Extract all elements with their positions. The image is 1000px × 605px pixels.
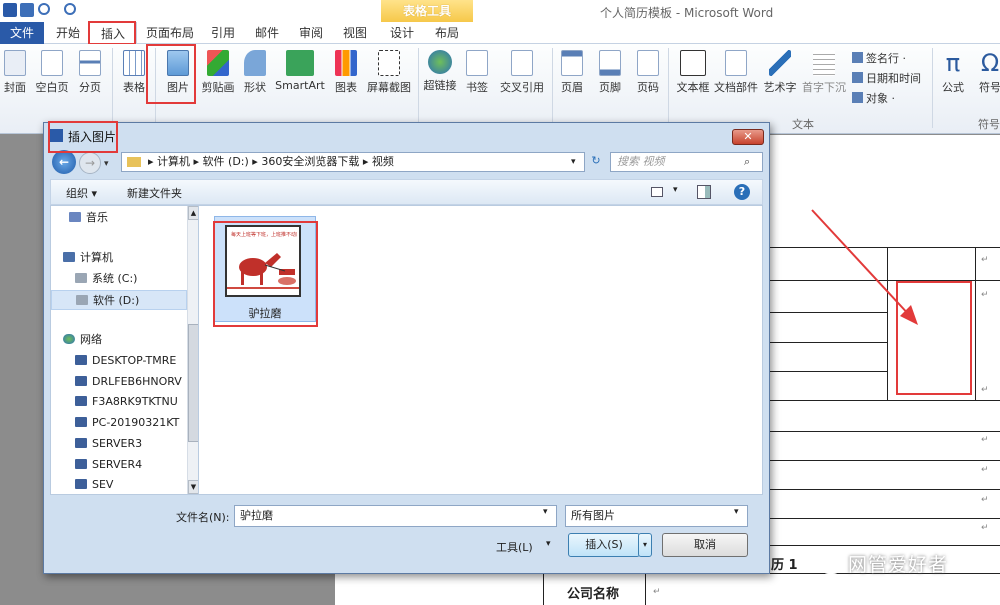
drive-icon — [75, 273, 87, 283]
nav-item-computer[interactable]: 计算机 — [63, 248, 196, 268]
refresh-icon[interactable]: ↻ — [587, 154, 605, 170]
breadcrumb-computer[interactable]: 计算机 — [157, 155, 190, 168]
pc-icon — [75, 355, 87, 365]
nav-item-sev[interactable]: SEV — [75, 475, 187, 495]
pc-icon — [75, 376, 87, 386]
pc-icon — [75, 417, 87, 427]
filename-label: 文件名(N): — [176, 511, 230, 524]
nav-item-pc-3[interactable]: F3A8RK9TKTNU — [75, 392, 187, 412]
nav-item-drive-d[interactable]: 软件 (D:) — [51, 290, 187, 310]
breadcrumb-downloads[interactable]: 360安全浏览器下载 — [261, 155, 359, 168]
search-input[interactable]: 搜索 视频 — [610, 152, 763, 172]
dialog-title-highlight — [48, 121, 118, 153]
wechat-icon — [820, 556, 842, 574]
cancel-button[interactable]: 取消 — [662, 533, 748, 557]
organize-button[interactable]: 组织 ▾ — [66, 185, 97, 201]
history-dropdown-icon[interactable]: ▾ — [104, 159, 109, 169]
insert-button[interactable]: 插入(S) — [568, 533, 640, 557]
nav-item-server4[interactable]: SERVER4 — [75, 455, 187, 475]
insert-dropdown-icon[interactable]: ▾ — [638, 533, 652, 557]
pc-icon — [75, 479, 87, 489]
filename-input[interactable]: 驴拉磨 — [234, 505, 557, 527]
navigation-pane: 音乐 计算机 系统 (C:) 软件 (D:) 网络 DESKTOP-TMRE D… — [50, 205, 199, 495]
search-icon: ⌕ — [744, 155, 751, 168]
filetype-select[interactable]: 所有图片 — [565, 505, 748, 527]
tools-dropdown-icon[interactable]: ▾ — [546, 539, 551, 549]
new-folder-button[interactable]: 新建文件夹 — [127, 185, 182, 201]
computer-icon — [63, 252, 75, 262]
drive-icon — [76, 295, 88, 305]
view-dropdown-icon[interactable]: ▾ — [673, 185, 678, 195]
help-icon[interactable]: ? — [734, 184, 750, 200]
nav-item-pc-1[interactable]: DESKTOP-TMRE — [75, 351, 187, 371]
filename-dropdown-icon[interactable]: ▾ — [543, 507, 548, 517]
address-bar[interactable]: ▸ 计算机 ▸ 软件 (D:) ▸ 360安全浏览器下载 ▸ 视频 ▾ — [121, 152, 585, 172]
pc-icon — [75, 438, 87, 448]
close-button[interactable]: ✕ — [732, 129, 764, 145]
filetype-dropdown-icon[interactable]: ▾ — [734, 507, 739, 517]
breadcrumb-video[interactable]: 视频 — [372, 155, 394, 168]
forward-button[interactable]: → — [79, 152, 101, 174]
tools-button[interactable]: 工具(L) — [496, 539, 533, 555]
nav-item-network[interactable]: 网络 — [63, 330, 196, 350]
nav-item-server3[interactable]: SERVER3 — [75, 434, 187, 454]
pc-icon — [75, 459, 87, 469]
preview-pane-icon[interactable] — [697, 185, 711, 199]
insert-picture-dialog: 插入图片 ✕ ← → ▾ ▸ 计算机 ▸ 软件 (D:) ▸ 360安全浏览器下… — [43, 122, 770, 574]
network-icon — [63, 334, 75, 344]
music-icon — [69, 212, 81, 222]
file-item-highlight — [213, 221, 318, 327]
nav-item-pc-2[interactable]: DRLFEB6HNORV — [75, 372, 187, 392]
dialog-footer: 文件名(N): 驴拉磨 ▾ 所有图片 ▾ 工具(L) ▾ 插入(S) ▾ 取消 — [44, 495, 769, 573]
dialog-toolbar: 组织 ▾ 新建文件夹 ▾ ? — [50, 179, 763, 205]
watermark: 网管爱好者 — [820, 550, 948, 577]
nav-item-pc-4[interactable]: PC-20190321KT — [75, 413, 187, 433]
back-button[interactable]: ← — [52, 150, 76, 174]
pc-icon — [75, 396, 87, 406]
address-dropdown-icon[interactable]: ▾ — [571, 153, 576, 171]
view-icon[interactable] — [651, 187, 663, 197]
breadcrumb-drive[interactable]: 软件 (D:) — [203, 155, 249, 168]
folder-icon — [127, 157, 141, 167]
nav-item-music[interactable]: 音乐 — [69, 208, 202, 228]
